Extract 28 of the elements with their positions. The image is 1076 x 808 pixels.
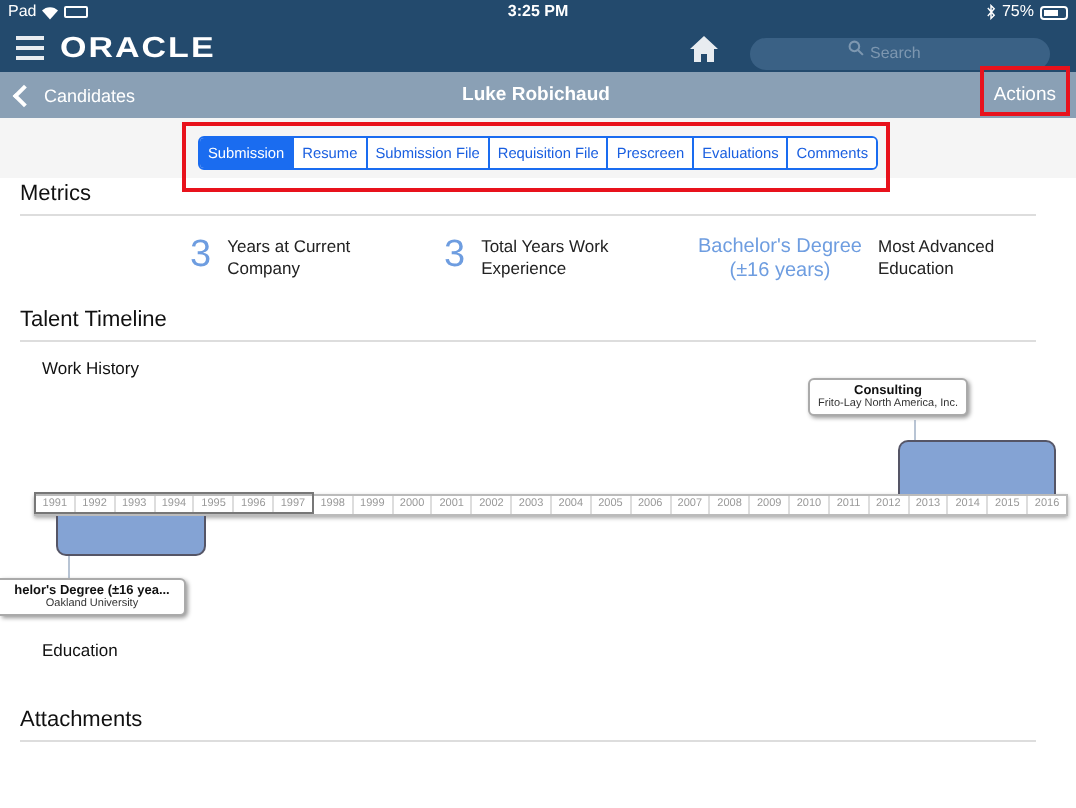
metric-value: 3 (190, 236, 212, 276)
metric-value: Bachelor's Degree (±16 years) (698, 236, 862, 284)
metric-label: Years at Current Company (227, 236, 353, 280)
row-label: Work History (40, 356, 141, 378)
section-heading: Metrics (20, 182, 1036, 216)
metric-label: Total Years Work Experience (481, 236, 611, 280)
battery-percent: 75% (1001, 2, 1034, 22)
metric-label: Most Advanced Education (878, 236, 997, 280)
battery-icon (1039, 5, 1068, 19)
device-label: Pad (8, 2, 37, 22)
oracle-logo: ORACLE (60, 31, 216, 65)
candidate-name: Luke Robichaud (460, 84, 612, 106)
highlight-frame (980, 66, 1070, 116)
search-field[interactable]: Search (750, 37, 1050, 69)
work-period-bar[interactable] (898, 440, 1056, 494)
range-frame[interactable] (34, 492, 314, 514)
leader-line (914, 420, 916, 440)
bluetooth-icon (985, 4, 996, 20)
vpn-icon (64, 6, 89, 18)
metric-value: 3 (444, 236, 466, 276)
section-heading: Talent Timeline (20, 308, 1036, 342)
status-time: 3:25 PM (507, 2, 569, 22)
education-period-bar[interactable] (56, 516, 206, 556)
home-icon[interactable] (690, 35, 718, 61)
wifi-icon (42, 5, 59, 19)
row-label: Education (40, 638, 120, 660)
menu-icon[interactable] (16, 36, 44, 60)
section-heading: Attachments (20, 708, 1036, 742)
